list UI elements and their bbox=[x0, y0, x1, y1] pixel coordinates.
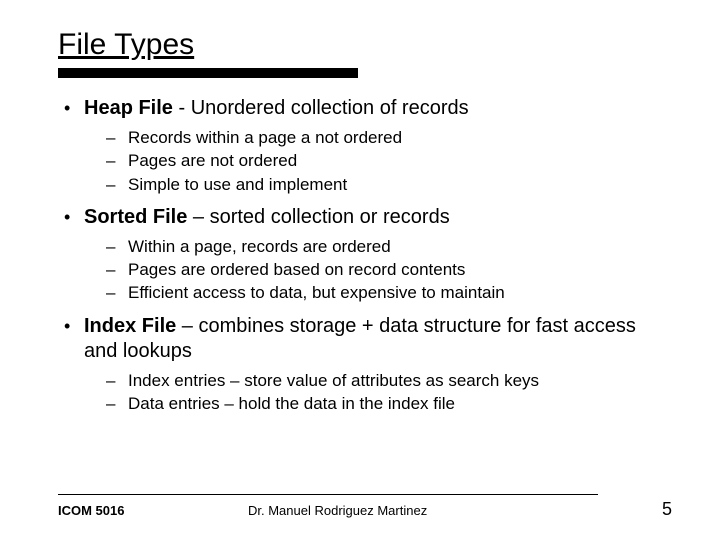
bullet-icon: • bbox=[58, 206, 84, 229]
footer-rule bbox=[58, 494, 598, 495]
slide: File Types • Heap File - Unordered colle… bbox=[0, 0, 720, 540]
sub-list-item: –Efficient access to data, but expensive… bbox=[106, 282, 672, 303]
dash-icon: – bbox=[106, 370, 128, 391]
dash-icon: – bbox=[106, 259, 128, 280]
footer-page-number: 5 bbox=[662, 499, 672, 520]
list-item-text: Heap File - Unordered collection of reco… bbox=[84, 96, 672, 121]
sub-list: –Records within a page a not ordered –Pa… bbox=[106, 127, 672, 195]
sub-item-text: Simple to use and implement bbox=[128, 174, 347, 195]
sub-item-text: Efficient access to data, but expensive … bbox=[128, 282, 505, 303]
sub-list: –Within a page, records are ordered –Pag… bbox=[106, 236, 672, 304]
footer-author: Dr. Manuel Rodriguez Martinez bbox=[238, 503, 662, 518]
dash-icon: – bbox=[106, 127, 128, 148]
sub-list-item: –Data entries – hold the data in the ind… bbox=[106, 393, 672, 414]
footer-course-code: ICOM 5016 bbox=[58, 503, 238, 518]
sub-list-item: –Within a page, records are ordered bbox=[106, 236, 672, 257]
dash-icon: – bbox=[106, 174, 128, 195]
sub-list-item: –Index entries – store value of attribut… bbox=[106, 370, 672, 391]
bullet-icon: • bbox=[58, 315, 84, 338]
sub-list-item: –Pages are ordered based on record conte… bbox=[106, 259, 672, 280]
sub-item-text: Data entries – hold the data in the inde… bbox=[128, 393, 455, 414]
sub-list-item: –Records within a page a not ordered bbox=[106, 127, 672, 148]
slide-body: • Heap File - Unordered collection of re… bbox=[58, 96, 672, 414]
list-item: • Heap File - Unordered collection of re… bbox=[58, 96, 672, 195]
title-underline-bar bbox=[58, 68, 358, 78]
list-item-text: Sorted File – sorted collection or recor… bbox=[84, 205, 672, 230]
list-item-text: Index File – combines storage + data str… bbox=[84, 314, 672, 364]
sub-item-text: Pages are not ordered bbox=[128, 150, 297, 171]
list-item-strong: Index File bbox=[84, 315, 176, 337]
slide-title: File Types bbox=[58, 28, 672, 62]
bullet-list: • Heap File - Unordered collection of re… bbox=[58, 96, 672, 414]
sub-item-text: Pages are ordered based on record conten… bbox=[128, 259, 465, 280]
list-item-strong: Sorted File bbox=[84, 206, 187, 228]
sub-item-text: Records within a page a not ordered bbox=[128, 127, 402, 148]
dash-icon: – bbox=[106, 236, 128, 257]
list-item-strong: Heap File bbox=[84, 97, 173, 119]
sub-list-item: –Simple to use and implement bbox=[106, 174, 672, 195]
slide-footer: ICOM 5016 Dr. Manuel Rodriguez Martinez … bbox=[0, 494, 720, 520]
sub-item-text: Index entries – store value of attribute… bbox=[128, 370, 539, 391]
dash-icon: – bbox=[106, 393, 128, 414]
sub-list: –Index entries – store value of attribut… bbox=[106, 370, 672, 415]
list-item: • Sorted File – sorted collection or rec… bbox=[58, 205, 672, 304]
list-item-rest: - Unordered collection of records bbox=[173, 97, 469, 119]
bullet-icon: • bbox=[58, 97, 84, 120]
list-item-rest: – sorted collection or records bbox=[187, 206, 449, 228]
list-item: • Index File – combines storage + data s… bbox=[58, 314, 672, 415]
dash-icon: – bbox=[106, 282, 128, 303]
dash-icon: – bbox=[106, 150, 128, 171]
sub-list-item: –Pages are not ordered bbox=[106, 150, 672, 171]
sub-item-text: Within a page, records are ordered bbox=[128, 236, 391, 257]
